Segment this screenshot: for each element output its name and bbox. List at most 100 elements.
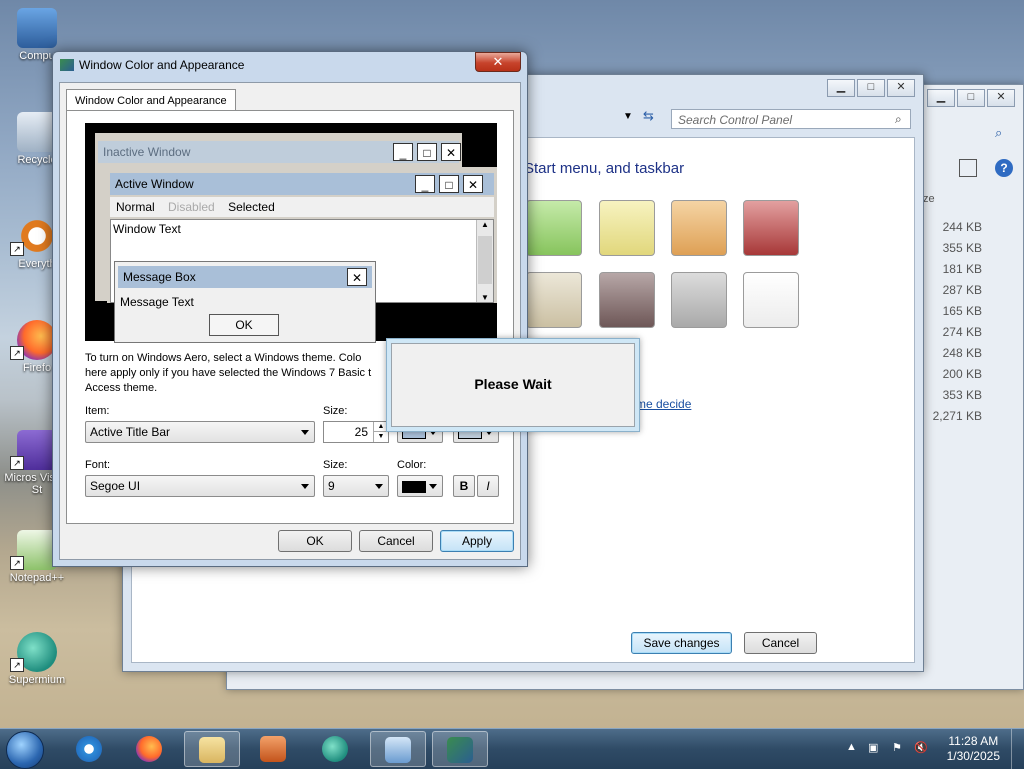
show-hidden-icons-icon[interactable]: ▲ — [846, 741, 860, 755]
preview-ok-button: OK — [209, 314, 279, 336]
please-wait-body: Please Wait — [391, 343, 635, 427]
italic-label: I — [486, 479, 490, 493]
network-icon[interactable]: ▣ — [868, 741, 882, 755]
close-button[interactable]: ✕ — [887, 79, 915, 97]
taskbar-internet-explorer[interactable] — [62, 731, 118, 767]
message-text: Message Text — [120, 295, 194, 309]
taskbar-supermium[interactable] — [308, 731, 364, 767]
color-swatch[interactable] — [526, 200, 582, 256]
display-settings-icon — [447, 737, 473, 763]
tab-pane: Inactive Window _ □ ✕ Active Window _ □ … — [66, 110, 514, 524]
let-me-decide-link[interactable]: me decide — [636, 397, 691, 411]
italic-button[interactable]: I — [477, 475, 499, 497]
please-wait-text: Please Wait — [474, 376, 552, 392]
desktop-icon-supermium[interactable]: ↗ Supermium — [2, 632, 72, 686]
close-button: ✕ — [463, 175, 483, 193]
close-button[interactable]: ✕ — [987, 89, 1015, 107]
file-size: 200 KB — [942, 367, 982, 381]
cancel-button[interactable]: Cancel — [744, 632, 817, 654]
chevron-down-icon — [429, 484, 437, 489]
start-button[interactable] — [6, 731, 44, 769]
active-window-title: Active Window — [115, 177, 194, 191]
color-swatch[interactable] — [743, 200, 799, 256]
message-box-title: Message Box — [123, 270, 196, 284]
maximize-button[interactable]: □ — [957, 89, 985, 107]
appearance-preview: Inactive Window _ □ ✕ Active Window _ □ … — [85, 123, 497, 343]
dialog-title: Window Color and Appearance — [79, 58, 245, 72]
minimize-button[interactable]: ▁ — [927, 89, 955, 107]
help-icon[interactable]: ? — [995, 159, 1013, 177]
preview-pane-icon[interactable] — [959, 159, 977, 177]
close-button: ✕ — [347, 268, 367, 286]
file-size: 248 KB — [942, 346, 982, 360]
preview-message-box: Message Box ✕ Message Text OK — [114, 261, 376, 343]
address-dropdown-icon[interactable]: ▼ — [623, 111, 637, 122]
taskbar-display-settings[interactable] — [432, 731, 488, 767]
spin-down-icon[interactable]: ▼ — [373, 431, 388, 442]
inactive-window-title: Inactive Window — [103, 145, 191, 159]
bold-button[interactable]: B — [453, 475, 475, 497]
active-title-bar: Active Window — [110, 173, 494, 195]
media-player-icon — [260, 736, 286, 762]
taskbar-clock[interactable]: 11:28 AM 1/30/2025 — [947, 734, 1000, 764]
maximize-button[interactable]: □ — [857, 79, 885, 97]
search-input[interactable]: Search Control Panel — [671, 109, 911, 129]
desktop-icon-label: Recycle — [17, 154, 57, 166]
firefox-icon — [136, 736, 162, 762]
taskbar-firefox[interactable] — [122, 731, 178, 767]
desktop-icon-label: Notepad++ — [9, 572, 65, 584]
maximize-button: □ — [439, 175, 459, 193]
size-label: Size: — [323, 405, 348, 417]
search-icon[interactable]: ⌕ — [995, 125, 1011, 141]
color-swatch[interactable] — [671, 200, 727, 256]
clock-date: 1/30/2025 — [946, 749, 1000, 763]
color-swatch[interactable] — [671, 272, 727, 328]
font-color-swatch — [402, 480, 426, 493]
tab-window-color-appearance[interactable]: Window Color and Appearance — [66, 89, 236, 112]
show-desktop-button[interactable] — [1011, 729, 1024, 769]
desktop-icon-label: Compu — [19, 50, 55, 62]
maximize-button: □ — [417, 143, 437, 161]
file-size: 181 KB — [942, 262, 982, 276]
font-dropdown[interactable]: Segoe UI — [85, 475, 315, 497]
taskbar-file-explorer[interactable] — [184, 731, 240, 767]
color-swatch[interactable] — [743, 272, 799, 328]
apply-button[interactable]: Apply — [440, 530, 514, 552]
recycle-bin-icon — [17, 112, 57, 152]
internet-explorer-icon — [76, 736, 102, 762]
scrollbar: ▲ ▼ — [476, 220, 493, 302]
search-icon[interactable]: ⌕ — [895, 112, 902, 127]
size-spinner-value: 25 — [354, 425, 368, 439]
clock-time: 11:28 AM — [948, 734, 999, 748]
ok-button[interactable]: OK — [278, 530, 352, 552]
font-color-label: Color: — [397, 459, 427, 471]
font-size-label: Size: — [323, 459, 348, 471]
desktop-icon-label: Supermium — [8, 674, 66, 686]
font-color-dropdown[interactable] — [397, 475, 443, 497]
save-changes-button[interactable]: Save changes — [631, 632, 732, 654]
cancel-button[interactable]: Cancel — [359, 530, 433, 552]
color-swatch[interactable] — [526, 272, 582, 328]
file-size-list: 244 KB 355 KB 181 KB 287 KB 165 KB 274 K… — [924, 218, 982, 428]
font-size-dropdown[interactable]: 9 — [323, 475, 389, 497]
shortcut-arrow-icon: ↗ — [10, 658, 24, 672]
minimize-button[interactable]: ▁ — [827, 79, 855, 97]
size-spinner[interactable]: 25 ▲ ▼ — [323, 421, 389, 443]
file-size: 165 KB — [942, 304, 982, 318]
item-dropdown[interactable]: Active Title Bar — [85, 421, 315, 443]
color-swatch[interactable] — [599, 272, 655, 328]
dialog-body: Window Color and Appearance Inactive Win… — [59, 82, 521, 560]
action-center-flag-icon[interactable]: ⚑ — [892, 741, 906, 755]
column-header-size[interactable]: ze — [923, 193, 935, 205]
file-size: 287 KB — [942, 283, 982, 297]
minimize-button: _ — [393, 143, 413, 161]
taskbar-control-panel[interactable] — [370, 731, 426, 767]
taskbar-media-player[interactable] — [246, 731, 302, 767]
taskbar: ▲ ▣ ⚑ 🔇 11:28 AM 1/30/2025 — [0, 728, 1024, 769]
minimize-button: _ — [415, 175, 435, 193]
window-color-appearance-dialog: Window Color and Appearance ✕ Window Col… — [52, 51, 528, 567]
refresh-icon[interactable]: ⇆ — [643, 108, 663, 128]
volume-muted-icon[interactable]: 🔇 — [914, 741, 928, 755]
color-swatch[interactable] — [599, 200, 655, 256]
close-button[interactable]: ✕ — [475, 52, 521, 72]
